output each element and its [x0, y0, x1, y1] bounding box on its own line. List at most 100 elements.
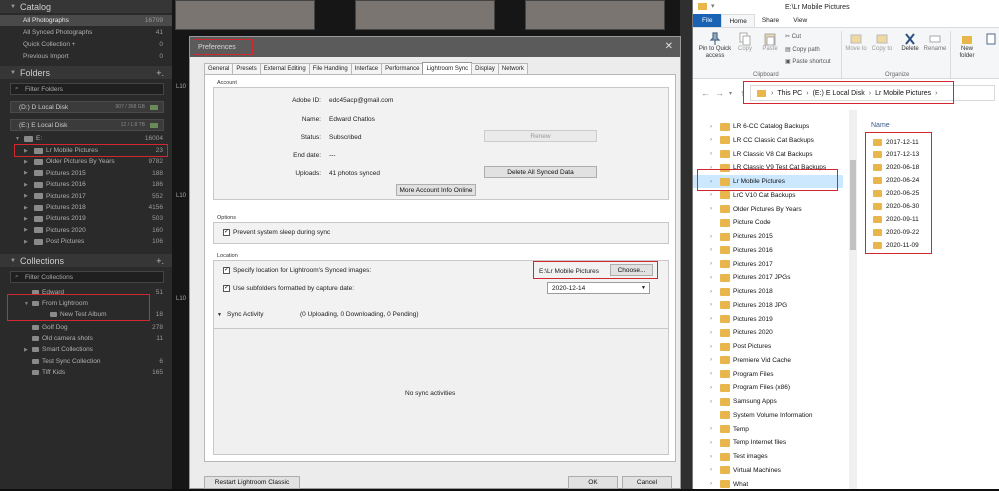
collection-item[interactable]: Edward 51 — [0, 287, 172, 298]
nav-folder-item[interactable]: › Lr Mobile Pictures — [693, 175, 843, 188]
folder-item[interactable]: ▶ Pictures 2018 4156 — [0, 202, 172, 213]
cut-button[interactable]: ✂ Cut — [785, 33, 801, 40]
chevron-right-icon[interactable]: › — [710, 330, 712, 336]
collections-header[interactable]: ▼ Collections +. — [0, 254, 172, 267]
chevron-right-icon[interactable]: › — [710, 165, 712, 171]
tab-presets[interactable]: Presets — [232, 63, 261, 74]
tab-general[interactable]: General — [204, 63, 234, 74]
chevron-right-icon[interactable]: › — [710, 179, 712, 185]
nav-folder-item[interactable]: › Temp Internet files — [693, 436, 843, 449]
filter-folders-input[interactable]: ⌕ Filter Folders — [10, 83, 164, 95]
folder-item[interactable]: ▶ Pictures 2015 188 — [0, 168, 172, 179]
nav-folder-item[interactable]: › Older Pictures By Years — [693, 203, 843, 216]
nav-folder-item[interactable]: › Program Files (x86) — [693, 381, 843, 394]
nav-folder-item[interactable]: › LrC V10 Cat Backups — [693, 189, 843, 202]
grid-scrollbar[interactable] — [680, 0, 692, 489]
chevron-right-icon[interactable]: › — [710, 137, 712, 143]
new-item-button[interactable] — [985, 32, 999, 46]
nav-folder-item[interactable]: › Program Files — [693, 368, 843, 381]
folder-item[interactable]: ▶ Pictures 2016 186 — [0, 179, 172, 190]
filter-collections-input[interactable]: ⌕ Filter Collections — [10, 271, 164, 283]
disk-d[interactable]: (D:) D Local Disk 907 / 368 GB — [10, 101, 164, 113]
catalog-item[interactable]: Previous Import 0 — [0, 51, 172, 62]
nav-folder-item[interactable]: › Premiere Vid Cache — [693, 354, 843, 367]
breadcrumb-this-pc[interactable]: This PC — [777, 90, 802, 97]
pin-quick-access-button[interactable]: Pin to Quick access — [696, 32, 734, 60]
copy-to-button[interactable]: Copy to — [871, 32, 893, 53]
tab-file-handling[interactable]: File Handling — [308, 63, 352, 74]
use-subfolders-checkbox[interactable]: ✓ — [223, 285, 230, 292]
tab-lightroom-sync[interactable]: Lightroom Sync — [422, 62, 473, 74]
rename-button[interactable]: Rename — [923, 32, 947, 53]
folder-root-e[interactable]: ▼ E: 16004 — [0, 133, 172, 144]
tab-performance[interactable]: Performance — [381, 63, 424, 74]
address-bar[interactable]: › This PC › (E:) E Local Disk › Lr Mobil… — [750, 85, 995, 101]
delete-synced-data-button[interactable]: Delete All Synced Data — [484, 166, 597, 178]
nav-folder-item[interactable]: › Temp — [693, 423, 843, 436]
paste-shortcut-button[interactable]: ▣ Paste shortcut — [785, 58, 831, 65]
folder-item[interactable]: ▶ Post Pictures 106 — [0, 236, 172, 247]
chevron-right-icon[interactable]: › — [710, 302, 712, 308]
recent-chevron-icon[interactable]: ▾ — [729, 90, 732, 97]
new-folder-button[interactable]: New folder — [955, 32, 979, 60]
folder-item[interactable]: ▶ Older Pictures By Years 9782 — [0, 156, 172, 167]
explorer-titlebar[interactable]: ▾ E:\Lr Mobile Pictures — [693, 0, 999, 14]
prevent-sleep-checkbox[interactable]: ✓ — [223, 229, 230, 236]
photo-thumbnail[interactable] — [355, 0, 495, 30]
file-folder-item[interactable]: 2020-11-09 — [873, 239, 973, 251]
dialog-titlebar[interactable]: Preferences ✕ — [190, 37, 680, 57]
tab-file[interactable]: File — [693, 14, 722, 27]
nav-folder-item[interactable]: › Pictures 2017 JPGs — [693, 271, 843, 284]
chevron-right-icon[interactable]: › — [710, 371, 712, 377]
chevron-right-icon[interactable]: › — [710, 261, 712, 267]
chevron-right-icon[interactable]: › — [710, 289, 712, 295]
collection-item[interactable]: Golf Dog 278 — [0, 322, 172, 333]
breadcrumb-lr-mobile-pictures[interactable]: Lr Mobile Pictures — [875, 90, 931, 97]
folder-item[interactable]: ▶ Lr Mobile Pictures 23 — [0, 145, 172, 156]
collection-item[interactable]: Test Sync Collection 6 — [0, 356, 172, 367]
close-icon[interactable]: ✕ — [665, 41, 673, 52]
add-collection-icon[interactable]: +. — [156, 256, 164, 266]
nav-folder-item[interactable]: › Pictures 2016 — [693, 244, 843, 257]
nav-folder-item[interactable]: › LR CC Classic Cat Backups — [693, 134, 843, 147]
photo-thumbnail[interactable] — [175, 0, 315, 30]
chevron-right-icon[interactable]: › — [710, 234, 712, 240]
chevron-right-icon[interactable]: › — [710, 316, 712, 322]
chevron-right-icon[interactable]: › — [710, 399, 712, 405]
chevron-right-icon[interactable]: › — [710, 426, 712, 432]
chevron-right-icon[interactable]: › — [710, 344, 712, 350]
copy-path-button[interactable]: ▤ Copy path — [785, 46, 820, 53]
ok-button[interactable]: OK — [568, 476, 618, 489]
nav-folder-item[interactable]: › Pictures 2017 — [693, 258, 843, 271]
up-arrow-icon[interactable]: ↑ — [740, 88, 745, 98]
catalog-header[interactable]: ▼ Catalog — [0, 0, 172, 13]
nav-folder-item[interactable]: › Pictures 2020 — [693, 326, 843, 339]
tab-display[interactable]: Display — [471, 63, 499, 74]
chevron-right-icon[interactable]: › — [710, 467, 712, 473]
nav-folder-item[interactable]: › LR 6-CC Catalog Backups — [693, 120, 843, 133]
nav-folder-item[interactable]: › Pictures 2018 — [693, 285, 843, 298]
file-folder-item[interactable]: 2020-09-22 — [873, 226, 973, 238]
restart-lightroom-button[interactable]: Restart Lightroom Classic — [204, 476, 300, 489]
disk-e[interactable]: (E:) E Local Disk 12 / 1.8 TB — [10, 119, 164, 131]
choose-location-button[interactable]: Choose... — [610, 264, 653, 276]
back-arrow-icon[interactable]: ← — [701, 88, 710, 98]
date-format-select[interactable]: 2020-12-14 ▼ — [547, 282, 650, 294]
folders-header[interactable]: ▼ Folders +. — [0, 66, 172, 79]
file-folder-item[interactable]: 2020-06-30 — [873, 201, 973, 213]
breadcrumb-e-drive[interactable]: (E:) E Local Disk — [813, 90, 865, 97]
chevron-right-icon[interactable]: › — [710, 440, 712, 446]
folder-item[interactable]: ▶ Pictures 2020 160 — [0, 225, 172, 236]
tab-external-editing[interactable]: External Editing — [259, 63, 310, 74]
chevron-right-icon[interactable]: › — [710, 481, 712, 487]
tab-view[interactable]: View — [786, 14, 814, 27]
catalog-item[interactable]: All Synced Photographs 41 — [0, 27, 172, 38]
file-folder-item[interactable]: 2020-06-18 — [873, 162, 973, 174]
nav-scroll-thumb[interactable] — [850, 160, 856, 250]
collection-item[interactable]: Tiff Kids 165 — [0, 367, 172, 378]
tab-interface[interactable]: Interface — [350, 63, 383, 74]
file-folder-item[interactable]: 2017-12-11 — [873, 136, 973, 148]
collection-item[interactable]: ▼ From Lightroom — [0, 298, 172, 309]
delete-button[interactable]: Delete — [899, 32, 921, 53]
cancel-button[interactable]: Cancel — [622, 476, 672, 489]
